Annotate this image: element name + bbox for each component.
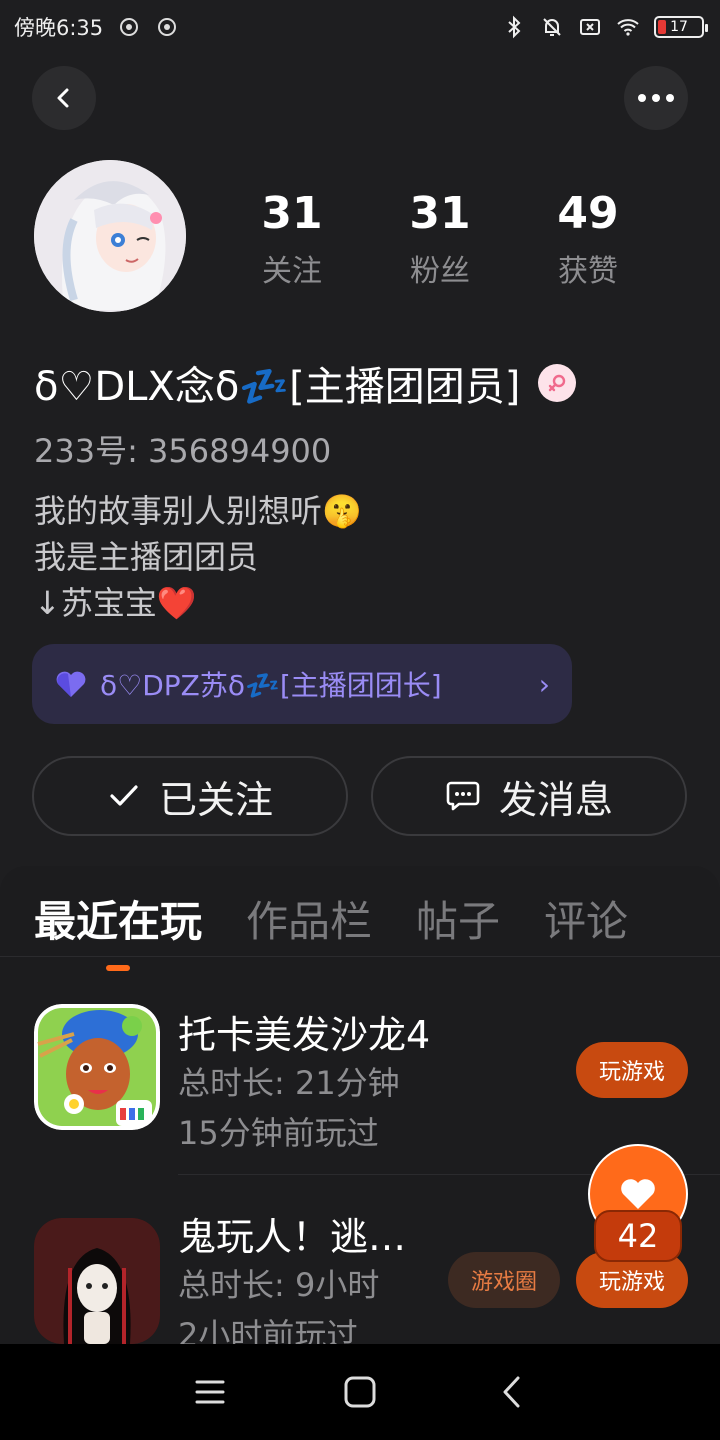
bio-line: 我是主播团团员: [34, 538, 259, 576]
more-options-button[interactable]: [624, 66, 688, 130]
profile-tabs: 最近在玩 作品栏 帖子 评论: [34, 888, 628, 971]
game-total-duration: 总时长: 9小时: [178, 1266, 380, 1304]
like-count-badge: 42: [594, 1210, 682, 1262]
relation-link[interactable]: δ♡DPZ苏δ💤[主播团团长] ›: [32, 644, 572, 724]
anime-avatar-image: [34, 160, 186, 312]
home-icon[interactable]: [338, 1370, 382, 1414]
game-icon-ghost-game: [34, 1218, 160, 1344]
game-title: 鬼玩人！逃…: [178, 1215, 407, 1259]
stat-likes[interactable]: 49 获赞: [528, 188, 648, 290]
stat-label: 粉丝: [410, 254, 470, 289]
game-total-duration: 总时长: 21分钟: [178, 1064, 400, 1102]
mute-bell-icon: [543, 18, 561, 36]
divider: [0, 956, 720, 957]
chevron-right-icon: ›: [538, 667, 550, 701]
game-title: 托卡美发沙龙4: [178, 1013, 431, 1057]
stat-value: 31: [261, 188, 323, 239]
followed-label: 已关注: [158, 777, 273, 822]
account-id: 233号: 356894900: [34, 432, 332, 470]
menu-icon[interactable]: [188, 1370, 232, 1414]
tab-label: 作品栏: [246, 897, 373, 946]
stat-value: 31: [409, 188, 471, 239]
send-message-button[interactable]: 发消息: [371, 756, 687, 836]
status-time: 傍晚6:35: [14, 16, 104, 40]
stat-value: 49: [557, 188, 619, 239]
avatar[interactable]: [34, 160, 186, 312]
tab-posts[interactable]: 帖子: [416, 888, 500, 949]
tab-works[interactable]: 作品栏: [246, 888, 372, 949]
battery-indicator: 17: [654, 16, 708, 38]
stat-following[interactable]: 31 关注: [232, 188, 352, 290]
chevron-left-icon: [57, 88, 69, 108]
play-game-button[interactable]: 玩游戏: [576, 1042, 688, 1098]
app-notification-icon: [158, 18, 177, 36]
bio: 我的故事别人别想听🤫 我是主播团团员 ↓苏宝宝❤️: [34, 488, 362, 626]
bio-line: ↓苏宝宝❤️: [34, 584, 197, 622]
app-notification-icon: [120, 18, 139, 36]
relation-text: δ♡DPZ苏δ💤[主播团团长]: [100, 669, 442, 702]
stat-label: 关注: [262, 254, 322, 289]
game-icon-toca-hair-salon: [34, 1004, 160, 1130]
stat-label: 获赞: [558, 254, 618, 289]
bluetooth-icon: [508, 15, 521, 39]
sim-card-off-icon: [580, 19, 600, 35]
checkmark-icon: [110, 785, 138, 806]
followed-button[interactable]: 已关注: [32, 756, 348, 836]
active-tab-indicator: [106, 965, 130, 971]
tab-label: 最近在玩: [34, 897, 203, 946]
game-last-played: 15分钟前玩过: [178, 1114, 379, 1152]
back-nav-icon[interactable]: [490, 1370, 534, 1414]
tab-label: 帖子: [416, 897, 501, 946]
system-navigation-bar: [0, 1344, 720, 1440]
bio-line: 我的故事别人别想听🤫: [34, 492, 362, 530]
back-button[interactable]: [32, 66, 96, 130]
profile-name-row: δ♡DLX念δ💤[主播团团员]: [34, 354, 577, 412]
send-message-label: 发消息: [498, 777, 613, 822]
female-gender-icon: [538, 364, 577, 402]
tab-comments[interactable]: 评论: [544, 888, 628, 949]
purple-heart-icon: [56, 671, 86, 697]
heart-icon: [621, 1179, 655, 1209]
status-bar: 傍晚6:35 17: [0, 0, 720, 54]
chat-bubble-icon: [446, 781, 480, 811]
more-dots-icon: [638, 94, 674, 102]
wifi-icon: [617, 19, 639, 36]
game-circle-button[interactable]: 游戏圈: [448, 1252, 560, 1308]
stat-followers[interactable]: 31 粉丝: [380, 188, 500, 290]
tab-recently-played[interactable]: 最近在玩: [34, 888, 203, 971]
username: δ♡DLX念δ💤[主播团团员]: [34, 364, 521, 410]
battery-level: 17: [670, 19, 688, 35]
tab-label: 评论: [544, 897, 629, 946]
